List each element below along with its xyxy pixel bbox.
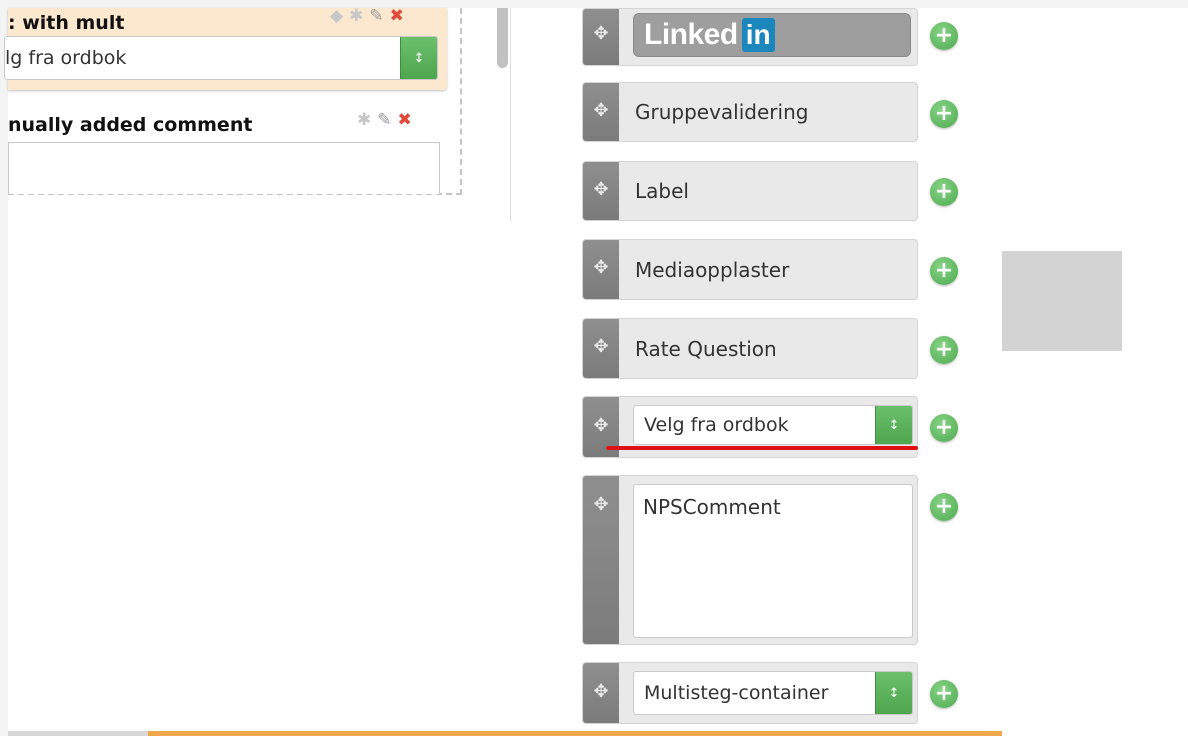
add-npscomment-button[interactable]: + (930, 493, 958, 521)
right-panel-background (1002, 8, 1188, 736)
toolbox-item-mediaopplaster[interactable]: ✥ Mediaopplaster (582, 239, 918, 300)
textarea-value: NPSComment (643, 495, 781, 519)
move-handle-icon[interactable]: ✥ (583, 83, 619, 141)
dictionary-select[interactable]: Velg fra ordbok ↕ (633, 405, 913, 445)
highlight-underline (606, 446, 918, 450)
chevron-updown-icon[interactable]: ↕ (875, 672, 912, 714)
add-multisteg-container-button[interactable]: + (930, 680, 958, 708)
move-handle-icon[interactable]: ✥ (583, 663, 619, 723)
bottom-bar-left (8, 731, 148, 736)
star-icon[interactable]: ✱ (349, 6, 363, 26)
add-label-button[interactable]: + (930, 178, 958, 206)
move-handle-icon[interactable]: ✥ (583, 319, 619, 378)
add-linkedin-button[interactable]: + (930, 22, 958, 50)
question-card-selected[interactable]: : with mult ◆ ✱ ✎ ✖ lg fra ordbok ↕ (4, 6, 447, 90)
chevron-updown-icon[interactable]: ↕ (875, 406, 912, 444)
move-handle-icon[interactable]: ✥ (583, 476, 619, 644)
add-rate-question-button[interactable]: + (930, 336, 958, 364)
comment-textarea[interactable] (8, 142, 440, 194)
select-value: lg fra ordbok (5, 47, 127, 69)
close-icon[interactable]: ✖ (398, 110, 412, 130)
toolbox-item-label: Mediaopplaster (635, 257, 790, 282)
bottom-bar-accent (148, 731, 1002, 736)
toolbox-item-label: Gruppevalidering (635, 100, 809, 124)
toolbox-item-label: Rate Question (635, 336, 777, 361)
pencil-icon[interactable]: ✎ (369, 6, 383, 26)
toolbox-item-npscomment[interactable]: ✥ NPSComment (582, 475, 918, 645)
top-strip (0, 0, 1188, 8)
add-dictionary-select-button[interactable]: + (930, 414, 958, 442)
linkedin-logo: Linked in (633, 13, 911, 57)
chevron-updown-icon[interactable]: ↕ (400, 37, 437, 79)
question-title: : with mult (8, 12, 125, 34)
move-handle-icon[interactable]: ✥ (583, 162, 619, 220)
toolbox-item-gruppevalidering[interactable]: ✥ Gruppevalidering (582, 82, 918, 142)
scrollbar-thumb[interactable] (497, 8, 508, 68)
side-tab[interactable] (1002, 251, 1122, 351)
toolbox-item-label: Label (635, 179, 689, 203)
pencil-icon[interactable]: ✎ (377, 110, 391, 130)
add-mediaopplaster-button[interactable]: + (930, 257, 958, 285)
npscomment-textarea[interactable]: NPSComment (633, 484, 913, 638)
move-handle-icon[interactable]: ✥ (583, 9, 619, 65)
question-actions: ✱ ✎ ✖ (357, 110, 412, 130)
multisteg-select[interactable]: Multisteg-container ↕ (633, 671, 913, 715)
toolbox-item-multisteg-container[interactable]: ✥ Multisteg-container ↕ (582, 662, 918, 724)
move-handle-icon[interactable]: ✥ (583, 240, 619, 299)
select-value: Velg fra ordbok (644, 414, 789, 436)
question-title: nually added comment (8, 114, 253, 136)
add-gruppevalidering-button[interactable]: + (930, 100, 958, 128)
star-icon[interactable]: ✱ (357, 110, 371, 130)
panel-divider (510, 8, 511, 221)
toolbox-item-linkedin[interactable]: ✥ Linked in (582, 8, 918, 66)
question-actions: ◆ ✱ ✎ ✖ (330, 6, 404, 26)
toolbox-item-rate-question[interactable]: ✥ Rate Question (582, 318, 918, 379)
select-value: Multisteg-container (644, 682, 829, 704)
close-icon[interactable]: ✖ (390, 6, 404, 26)
comment-icon[interactable]: ◆ (330, 6, 343, 26)
question-select[interactable]: lg fra ordbok ↕ (4, 36, 438, 80)
toolbox-item-label[interactable]: ✥ Label (582, 161, 918, 221)
